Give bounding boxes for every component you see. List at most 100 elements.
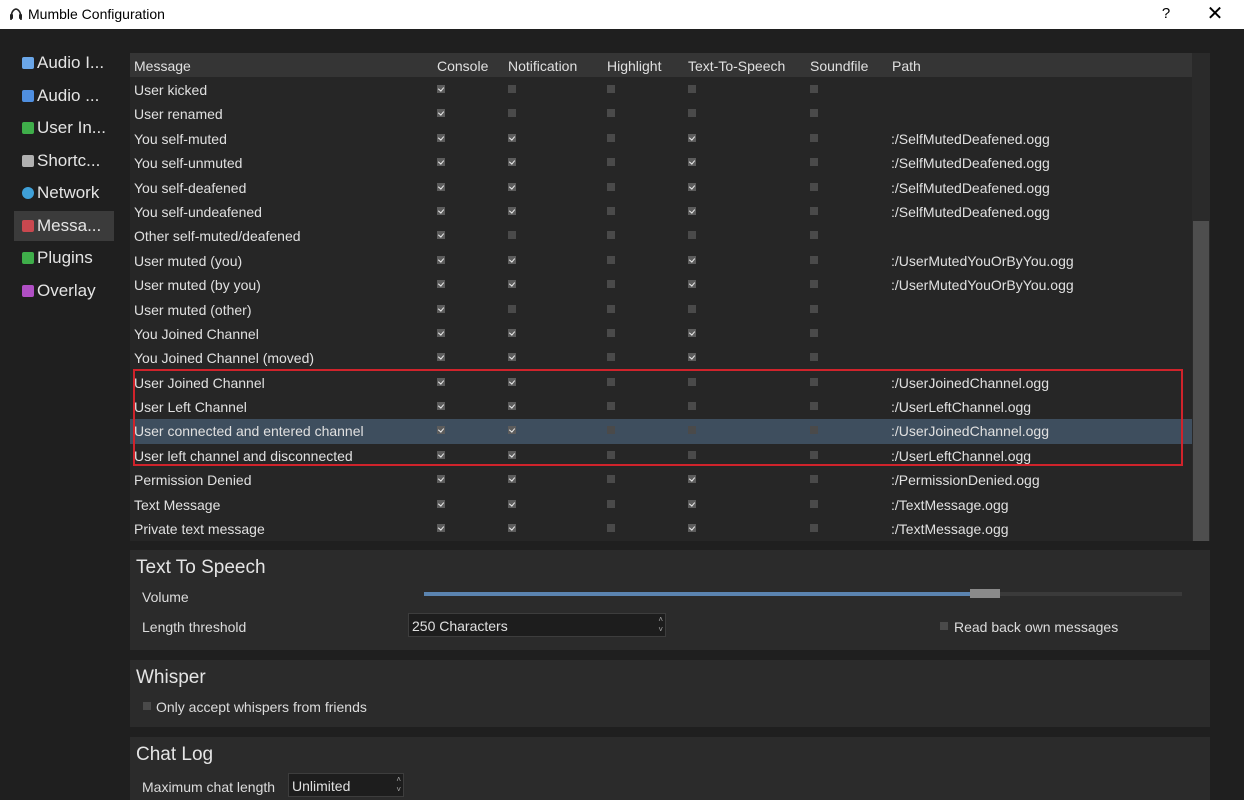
sound-path[interactable]: :/SelfMutedDeafened.ogg <box>891 204 1050 220</box>
table-row[interactable]: You self-deafened:/SelfMutedDeafened.ogg <box>130 176 1192 200</box>
sidebar-item[interactable]: Overlay <box>14 276 114 306</box>
tts-checkbox[interactable] <box>688 206 696 215</box>
table-row[interactable]: Text Message:/TextMessage.ogg <box>130 493 1192 517</box>
sidebar-item[interactable]: User In... <box>14 113 114 143</box>
header-notification[interactable]: Notification <box>508 58 577 74</box>
table-row[interactable]: You self-undeafened:/SelfMutedDeafened.o… <box>130 200 1192 224</box>
soundfile-checkbox[interactable] <box>810 353 818 362</box>
highlight-checkbox[interactable] <box>607 524 615 533</box>
console-checkbox[interactable] <box>437 524 445 533</box>
console-checkbox[interactable] <box>437 328 445 337</box>
highlight-checkbox[interactable] <box>607 304 615 313</box>
friends-only-label[interactable]: Only accept whispers from friends <box>156 699 367 715</box>
console-checkbox[interactable] <box>437 499 445 508</box>
console-checkbox[interactable] <box>437 109 445 118</box>
highlight-checkbox[interactable] <box>607 85 615 93</box>
sound-path[interactable]: :/SelfMutedDeafened.ogg <box>891 180 1050 196</box>
tts-checkbox[interactable] <box>688 280 696 289</box>
notification-checkbox[interactable] <box>508 85 516 93</box>
highlight-checkbox[interactable] <box>607 206 615 215</box>
soundfile-checkbox[interactable] <box>810 255 818 264</box>
soundfile-checkbox[interactable] <box>810 158 818 167</box>
notification-checkbox[interactable] <box>508 475 516 484</box>
max-chat-length-spinbox[interactable]: Unlimited ˄ ˅ <box>288 773 404 797</box>
tts-checkbox[interactable] <box>688 109 696 118</box>
sound-path[interactable]: :/TextMessage.ogg <box>891 497 1009 513</box>
console-checkbox[interactable] <box>437 280 445 289</box>
table-row[interactable]: User muted (other) <box>130 298 1192 322</box>
table-scrollbar[interactable] <box>1192 53 1210 541</box>
notification-checkbox[interactable] <box>508 353 516 362</box>
sound-path[interactable]: :/PermissionDenied.ogg <box>891 472 1040 488</box>
help-button[interactable]: ? <box>1155 3 1177 25</box>
notification-checkbox[interactable] <box>508 280 516 289</box>
tts-checkbox[interactable] <box>688 304 696 313</box>
header-message[interactable]: Message <box>134 58 191 74</box>
soundfile-checkbox[interactable] <box>810 499 818 508</box>
highlight-checkbox[interactable] <box>607 280 615 289</box>
table-row[interactable]: You Joined Channel (moved) <box>130 346 1192 370</box>
notification-checkbox[interactable] <box>508 158 516 167</box>
tts-checkbox[interactable] <box>688 328 696 337</box>
notification-checkbox[interactable] <box>508 206 516 215</box>
console-checkbox[interactable] <box>437 475 445 484</box>
highlight-checkbox[interactable] <box>607 499 615 508</box>
header-highlight[interactable]: Highlight <box>607 58 661 74</box>
friends-only-checkbox[interactable] <box>143 702 151 710</box>
console-checkbox[interactable] <box>437 85 445 93</box>
sidebar-item[interactable]: Messa... <box>14 210 114 241</box>
tts-checkbox[interactable] <box>688 353 696 362</box>
notification-checkbox[interactable] <box>508 182 516 191</box>
tts-checkbox[interactable] <box>688 524 696 533</box>
soundfile-checkbox[interactable] <box>810 475 818 484</box>
tts-checkbox[interactable] <box>688 182 696 191</box>
soundfile-checkbox[interactable] <box>810 133 818 142</box>
tts-checkbox[interactable] <box>688 499 696 508</box>
header-console[interactable]: Console <box>437 58 488 74</box>
close-button[interactable]: ✕ <box>1202 2 1228 26</box>
tts-checkbox[interactable] <box>688 133 696 142</box>
tts-checkbox[interactable] <box>688 85 696 93</box>
sidebar-item[interactable]: Network <box>14 178 114 208</box>
sidebar-item[interactable]: Shortc... <box>14 146 114 176</box>
header-soundfile[interactable]: Soundfile <box>810 58 868 74</box>
highlight-checkbox[interactable] <box>607 182 615 191</box>
scrollbar-thumb[interactable] <box>1193 221 1209 541</box>
sound-path[interactable]: :/SelfMutedDeafened.ogg <box>891 131 1050 147</box>
highlight-checkbox[interactable] <box>607 109 615 118</box>
console-checkbox[interactable] <box>437 133 445 142</box>
notification-checkbox[interactable] <box>508 304 516 313</box>
highlight-checkbox[interactable] <box>607 328 615 337</box>
header-path[interactable]: Path <box>892 58 921 74</box>
soundfile-checkbox[interactable] <box>810 280 818 289</box>
notification-checkbox[interactable] <box>508 499 516 508</box>
tts-checkbox[interactable] <box>688 255 696 264</box>
soundfile-checkbox[interactable] <box>810 304 818 313</box>
read-back-label[interactable]: Read back own messages <box>954 619 1118 635</box>
length-threshold-spinbox[interactable]: 250 Characters ˄ ˅ <box>408 613 666 637</box>
tts-checkbox[interactable] <box>688 231 696 240</box>
table-row[interactable]: Permission Denied:/PermissionDenied.ogg <box>130 468 1192 492</box>
notification-checkbox[interactable] <box>508 328 516 337</box>
table-row[interactable]: Other self-muted/deafened <box>130 224 1192 248</box>
highlight-checkbox[interactable] <box>607 353 615 362</box>
sidebar-item[interactable]: Audio ... <box>14 81 114 111</box>
tts-checkbox[interactable] <box>688 158 696 167</box>
table-row[interactable]: You Joined Channel <box>130 322 1192 346</box>
soundfile-checkbox[interactable] <box>810 206 818 215</box>
spin-arrows-icon[interactable]: ˄ ˅ <box>658 615 663 635</box>
soundfile-checkbox[interactable] <box>810 231 818 240</box>
soundfile-checkbox[interactable] <box>810 182 818 191</box>
table-row[interactable]: User kicked <box>130 78 1192 102</box>
console-checkbox[interactable] <box>437 304 445 313</box>
console-checkbox[interactable] <box>437 206 445 215</box>
sound-path[interactable]: :/UserMutedYouOrByYou.ogg <box>891 277 1074 293</box>
read-back-checkbox[interactable] <box>940 622 948 630</box>
notification-checkbox[interactable] <box>508 524 516 533</box>
volume-slider-handle[interactable] <box>969 589 1000 598</box>
console-checkbox[interactable] <box>437 231 445 240</box>
volume-slider[interactable] <box>424 589 1182 598</box>
soundfile-checkbox[interactable] <box>810 109 818 118</box>
sound-path[interactable]: :/SelfMutedDeafened.ogg <box>891 155 1050 171</box>
header-text-to-speech[interactable]: Text-To-Speech <box>688 58 785 74</box>
